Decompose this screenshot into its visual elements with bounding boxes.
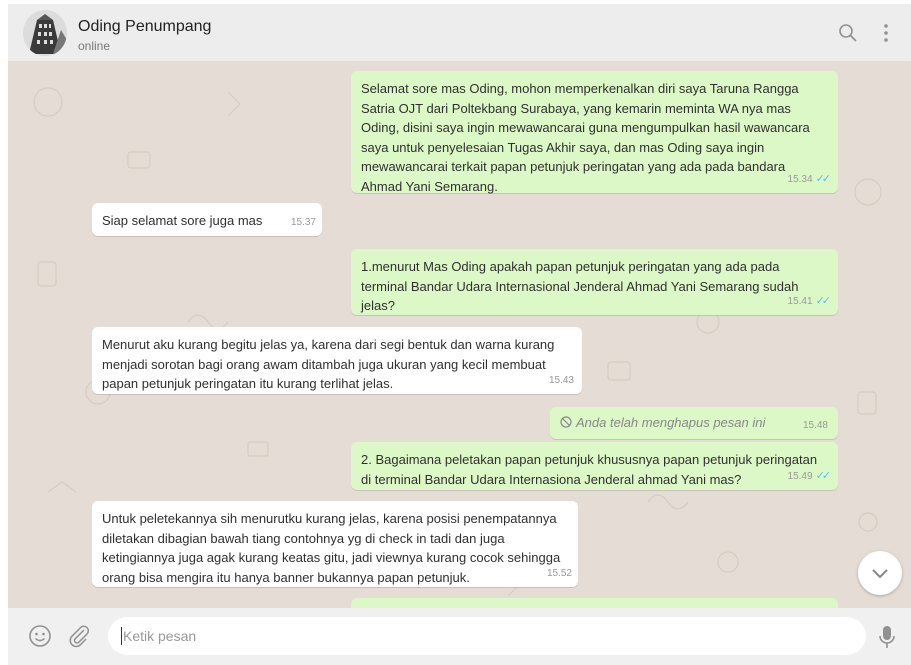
chevron-down-icon — [872, 569, 888, 579]
message-time: 15.43 — [548, 374, 574, 386]
message-bubble[interactable]: Untuk peletekannya sih menurutku kurang … — [92, 501, 578, 587]
message-input[interactable]: Ketik pesan — [108, 617, 866, 655]
message-time: 15.34 — [787, 173, 813, 185]
contact-status: online — [78, 39, 111, 53]
message-time: 15.49 — [787, 470, 813, 482]
message-text: Menurut aku kurang begitu jelas ya, kare… — [102, 337, 555, 391]
message-text: Selamat sore mas Oding, mohon memperkena… — [361, 81, 810, 194]
menu-icon[interactable] — [875, 22, 897, 44]
microphone-icon[interactable] — [876, 624, 898, 650]
message-text: 1.menurut Mas Oding apakah papan petunju… — [361, 259, 799, 313]
attach-icon[interactable] — [67, 624, 91, 648]
search-icon[interactable] — [837, 22, 859, 44]
contact-name[interactable]: Oding Penumpang — [78, 18, 211, 36]
deleted-message-bubble[interactable]: Anda telah menghapus pesan ini 15.48 — [550, 407, 838, 439]
message-bubble[interactable]: Menurut aku kurang begitu jelas ya, kare… — [92, 327, 582, 394]
message-time: 15.52 — [546, 567, 572, 579]
message-input-placeholder: Ketik pesan — [123, 628, 197, 644]
message-bubble[interactable]: 1.menurut Mas Oding apakah papan petunju… — [351, 249, 838, 315]
message-bubble[interactable]: 2. Bagaimana peletakan papan petunjuk kh… — [351, 442, 838, 490]
chat-area[interactable]: Selamat sore mas Oding, mohon memperkena… — [8, 62, 911, 608]
emoji-icon[interactable] — [28, 624, 52, 648]
message-text: 2. Bagaimana peletakan papan petunjuk kh… — [361, 452, 818, 487]
deleted-message-text: Anda telah menghapus pesan ini — [576, 415, 766, 430]
message-text: Untuk peletekannya sih menurutku kurang … — [102, 511, 561, 585]
message-meta: 15.41 ✓✓ — [787, 292, 832, 312]
message-meta: 15.49 ✓✓ — [787, 467, 832, 487]
double-check-icon: ✓✓ — [815, 469, 832, 482]
compose-bar: Ketik pesan — [8, 608, 911, 665]
message-time: 15.37 — [290, 216, 316, 228]
chat-header: Oding Penumpang online — [8, 4, 911, 62]
double-check-icon: ✓✓ — [815, 294, 832, 307]
text-caret — [121, 627, 122, 645]
message-bubble[interactable] — [351, 598, 838, 608]
double-check-icon: ✓✓ — [815, 172, 832, 185]
contact-avatar[interactable] — [23, 10, 67, 56]
message-meta: 15.34 ✓✓ — [787, 170, 832, 190]
message-time: 15.48 — [802, 419, 828, 431]
scroll-down-button[interactable] — [858, 551, 902, 595]
message-bubble[interactable]: Selamat sore mas Oding, mohon memperkena… — [351, 71, 838, 194]
message-text: Siap selamat sore juga mas — [102, 213, 263, 228]
message-time: 15.41 — [787, 295, 813, 307]
deleted-message: Anda telah menghapus pesan ini — [560, 415, 765, 430]
blocked-icon — [560, 416, 572, 428]
message-bubble[interactable]: Siap selamat sore juga mas 15.37 — [92, 203, 322, 236]
